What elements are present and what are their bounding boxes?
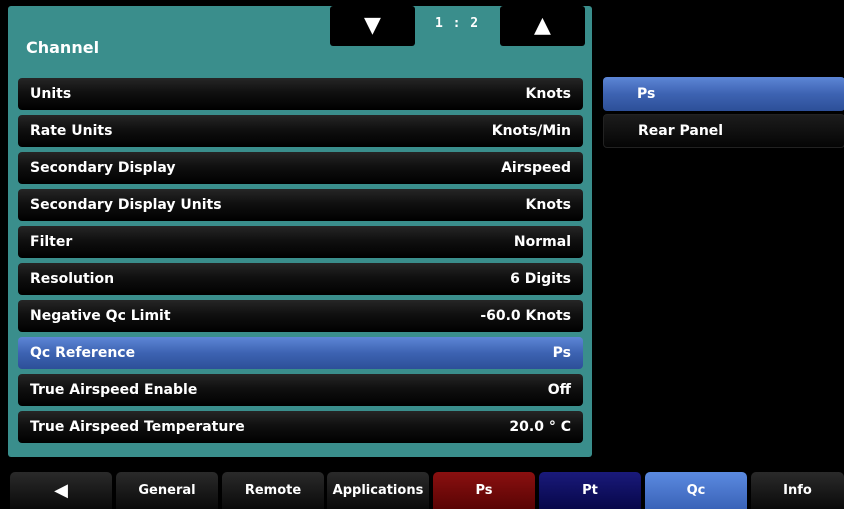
- back-arrow-icon: ◀: [54, 480, 68, 501]
- option-ps[interactable]: Ps: [603, 77, 844, 111]
- setting-value: 6 Digits: [510, 271, 571, 287]
- panel-title: Channel: [26, 38, 100, 57]
- setting-row-secondary-display[interactable]: Secondary Display Airspeed: [18, 152, 583, 184]
- setting-value: 20.0 ° C: [509, 419, 571, 435]
- up-arrow-icon: ▲: [534, 13, 551, 38]
- tab-label: General: [138, 483, 196, 498]
- setting-label: Qc Reference: [30, 345, 136, 361]
- option-rear-panel[interactable]: Rear Panel: [603, 114, 844, 148]
- page-up-button[interactable]: ▲: [500, 6, 585, 46]
- down-arrow-icon: ▼: [364, 13, 381, 38]
- tab-label: Ps: [475, 483, 493, 498]
- setting-value: -60.0 Knots: [480, 308, 571, 324]
- setting-row-true-airspeed-enable[interactable]: True Airspeed Enable Off: [18, 374, 583, 406]
- page-down-button[interactable]: ▼: [330, 6, 415, 46]
- setting-label: Rate Units: [30, 123, 113, 139]
- setting-label: True Airspeed Enable: [30, 382, 198, 398]
- tab-pt[interactable]: Pt: [539, 472, 641, 509]
- setting-value: Airspeed: [501, 160, 571, 176]
- setting-label: Resolution: [30, 271, 115, 287]
- page-indicator: 1 : 2: [435, 16, 480, 31]
- setting-label: Units: [30, 86, 72, 102]
- tab-label: Info: [783, 483, 812, 498]
- setting-label: Secondary Display: [30, 160, 176, 176]
- tab-general[interactable]: General: [116, 472, 218, 509]
- setting-row-true-airspeed-temperature[interactable]: True Airspeed Temperature 20.0 ° C: [18, 411, 583, 443]
- setting-row-filter[interactable]: Filter Normal: [18, 226, 583, 258]
- tab-info[interactable]: Info: [751, 472, 844, 509]
- setting-label: Filter: [30, 234, 73, 250]
- setting-row-resolution[interactable]: Resolution 6 Digits: [18, 263, 583, 295]
- setting-value: Knots: [525, 86, 571, 102]
- setting-value: Off: [547, 382, 571, 398]
- setting-value: Normal: [513, 234, 571, 250]
- setting-label: True Airspeed Temperature: [30, 419, 245, 435]
- setting-row-qc-reference[interactable]: Qc Reference Ps: [18, 337, 583, 369]
- tab-label: Applications: [332, 483, 424, 498]
- tab-ps[interactable]: Ps: [433, 472, 535, 509]
- tab-remote[interactable]: Remote: [222, 472, 324, 509]
- back-button[interactable]: ◀: [10, 472, 112, 509]
- setting-value: Ps: [552, 345, 571, 361]
- tab-applications[interactable]: Applications: [327, 472, 429, 509]
- setting-row-units[interactable]: Units Knots: [18, 78, 583, 110]
- option-label: Rear Panel: [638, 123, 724, 139]
- setting-value: Knots: [525, 197, 571, 213]
- setting-label: Secondary Display Units: [30, 197, 222, 213]
- bottom-tab-bar: ◀ General Remote Applications Ps Pt Qc I…: [0, 472, 844, 509]
- setting-row-secondary-display-units[interactable]: Secondary Display Units Knots: [18, 189, 583, 221]
- tab-label: Pt: [582, 483, 598, 498]
- setting-value: Knots/Min: [491, 123, 571, 139]
- tab-label: Remote: [244, 483, 302, 498]
- option-label: Ps: [637, 86, 656, 102]
- setting-row-rate-units[interactable]: Rate Units Knots/Min: [18, 115, 583, 147]
- setting-row-negative-qc-limit[interactable]: Negative Qc Limit -60.0 Knots: [18, 300, 583, 332]
- tab-label: Qc: [686, 483, 706, 498]
- setting-label: Negative Qc Limit: [30, 308, 171, 324]
- tab-qc[interactable]: Qc: [645, 472, 747, 509]
